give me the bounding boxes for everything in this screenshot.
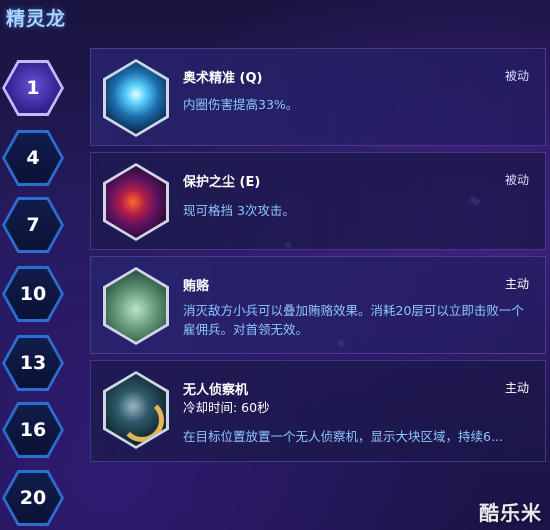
talent-description: 现可格挡 3次攻击。 xyxy=(183,203,295,218)
level-tier-10[interactable]: 10 xyxy=(2,266,64,322)
level-label: 16 xyxy=(5,405,61,455)
arcane-precision-icon xyxy=(103,59,169,137)
level-label: 20 xyxy=(5,473,61,523)
talent-type-badge: 被动 xyxy=(504,69,529,83)
level-column: 1 4 7 10 13 16 20 xyxy=(0,0,80,530)
talent-card-shield-dust[interactable]: 保护之尘 (E) 被动 现可格挡 3次攻击。 xyxy=(90,152,546,250)
scouting-drone-icon xyxy=(103,371,169,449)
talent-description: 内圈伤害提高33%。 xyxy=(183,97,299,112)
shield-dust-icon xyxy=(103,163,169,241)
talent-cooldown: 冷却时间: 60秒 xyxy=(183,400,270,415)
level-label: 1 xyxy=(5,63,61,113)
talent-name: 无人侦察机 xyxy=(183,383,249,398)
talent-card-bribe[interactable]: 贿赂 主动 消灭敌方小兵可以叠加贿赂效果。消耗20层可以立即击败一个雇佣兵。对首… xyxy=(90,256,546,354)
watermark: 酷乐米 xyxy=(479,501,542,525)
level-label: 10 xyxy=(5,269,61,319)
level-label: 13 xyxy=(5,338,61,388)
talent-type-badge: 主动 xyxy=(504,381,529,395)
level-label: 7 xyxy=(5,200,61,250)
level-tier-1[interactable]: 1 xyxy=(2,60,64,116)
talent-type-badge: 主动 xyxy=(504,277,529,291)
talent-name: 保护之尘 (E) xyxy=(183,175,261,190)
level-label: 4 xyxy=(5,133,61,183)
level-tier-16[interactable]: 16 xyxy=(2,402,64,458)
bribe-icon xyxy=(103,267,169,345)
talent-type-badge: 被动 xyxy=(504,173,529,187)
level-tier-4[interactable]: 4 xyxy=(2,130,64,186)
talent-name: 贿赂 xyxy=(183,279,210,294)
talent-description: 在目标位置放置一个无人侦察机，显示大块区域，持续6... xyxy=(183,429,503,444)
talent-name: 奥术精准 (Q) xyxy=(183,71,263,86)
level-tier-7[interactable]: 7 xyxy=(2,197,64,253)
level-tier-13[interactable]: 13 xyxy=(2,335,64,391)
level-tier-20[interactable]: 20 xyxy=(2,470,64,526)
talent-card-scouting-drone[interactable]: 无人侦察机 主动 冷却时间: 60秒 在目标位置放置一个无人侦察机，显示大块区域… xyxy=(90,360,546,462)
talent-card-arcane-precision[interactable]: 奥术精准 (Q) 被动 内圈伤害提高33%。 xyxy=(90,48,546,146)
talent-description: 消灭敌方小兵可以叠加贿赂效果。消耗20层可以立即击败一个雇佣兵。对首领无效。 xyxy=(183,303,524,337)
